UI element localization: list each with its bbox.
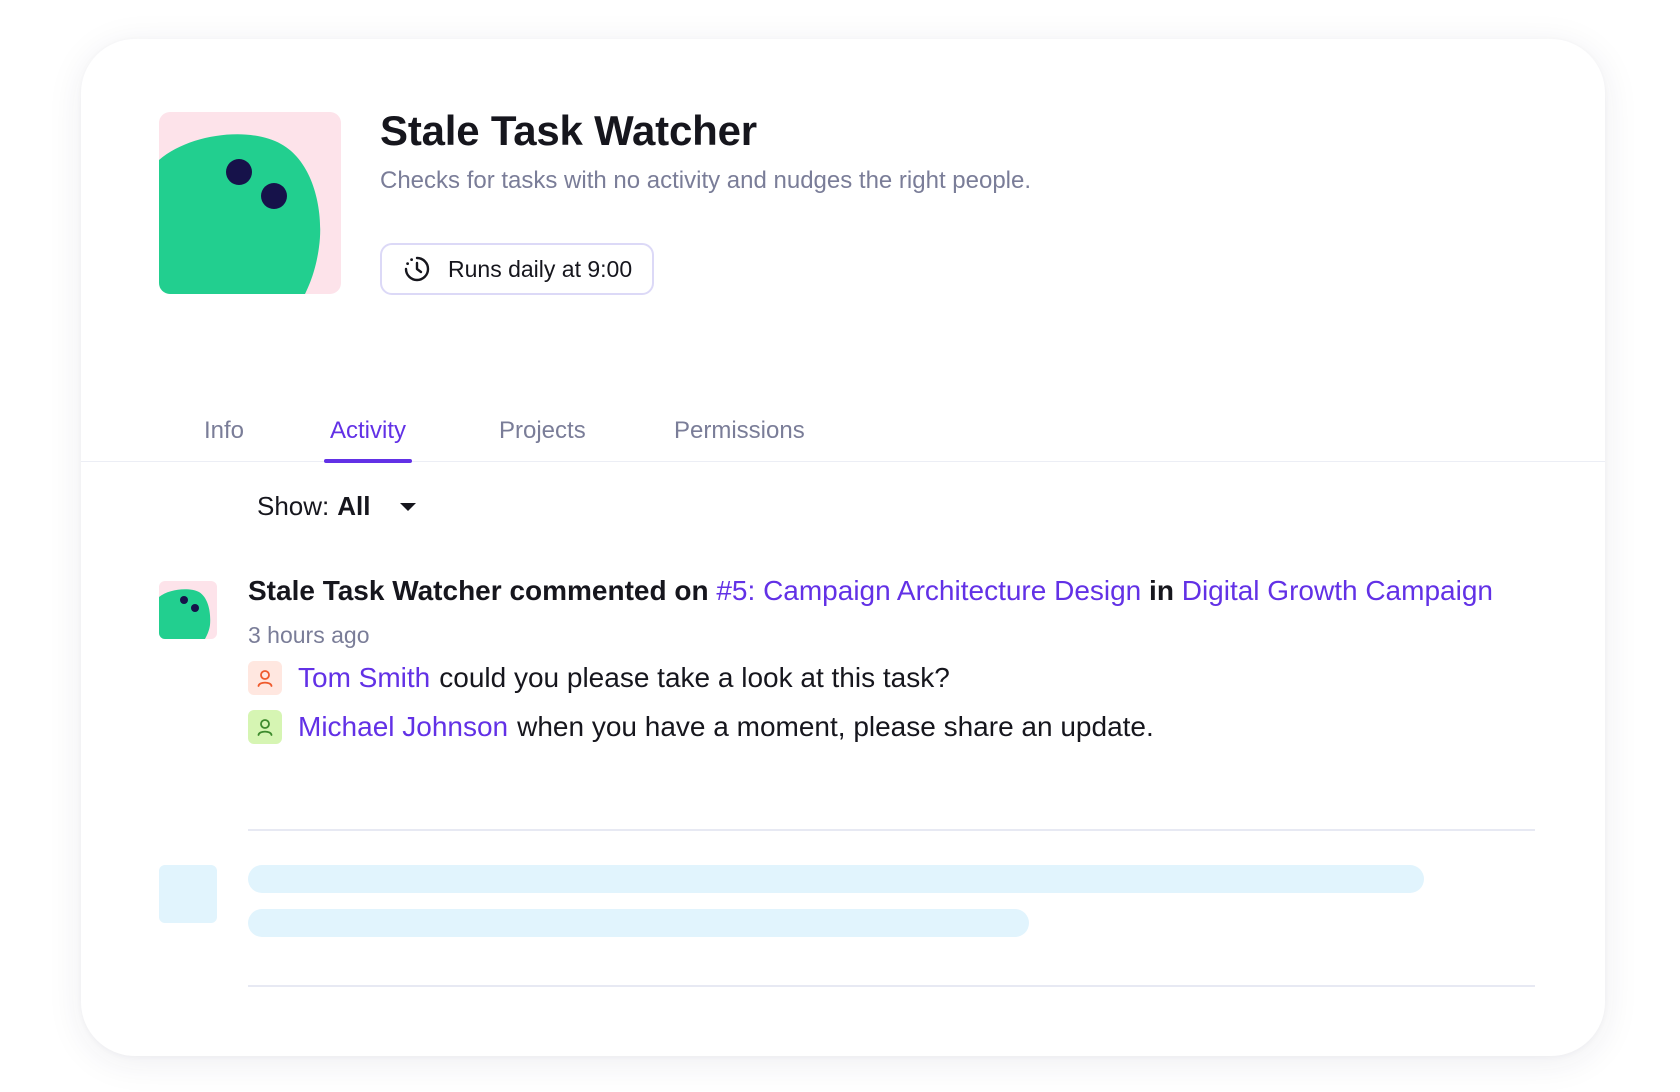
mention-user-link[interactable]: Michael Johnson [298, 711, 508, 743]
user-icon [257, 719, 273, 736]
clock-icon [404, 256, 430, 282]
divider [248, 985, 1535, 987]
agent-title: Stale Task Watcher [380, 107, 757, 154]
tab-activity[interactable]: Activity [323, 373, 413, 463]
user-badge [248, 710, 282, 744]
mention-text: when you have a moment, please share an … [517, 711, 1154, 742]
filter-value: All [337, 491, 371, 521]
agent-description: Checks for tasks with no activity and nu… [380, 167, 1032, 194]
show-filter-dropdown[interactable]: Show: All [257, 491, 417, 522]
caret-down-icon [399, 502, 416, 511]
user-icon [257, 670, 273, 687]
activity-preposition: in [1149, 575, 1174, 606]
divider [248, 829, 1535, 831]
tab-permissions[interactable]: Permissions [674, 373, 805, 462]
project-link[interactable]: Digital Growth Campaign [1182, 575, 1493, 606]
agent-avatar [159, 112, 341, 294]
activity-actor: Stale Task Watcher [248, 575, 502, 606]
mention-item: Michael Johnson when you have a moment, … [248, 709, 1154, 745]
activity-avatar [159, 581, 217, 639]
mention-item: Tom Smith could you please take a look a… [248, 660, 950, 696]
agent-card: Stale Task Watcher Checks for tasks with… [81, 39, 1605, 1056]
mention-user-link[interactable]: Tom Smith [298, 662, 430, 694]
mention-text: could you please take a look at this tas… [439, 662, 950, 693]
skeleton-line [248, 865, 1424, 893]
task-link[interactable]: #5: Campaign Architecture Design [716, 575, 1141, 606]
tab-bar: Info Activity Projects Permissions [81, 373, 1605, 463]
skeleton-avatar [159, 865, 217, 923]
skeleton-line [248, 909, 1029, 937]
activity-timestamp: 3 hours ago [248, 622, 370, 648]
agent-avatar-icon [159, 581, 217, 639]
agent-avatar-icon [159, 112, 341, 294]
filter-label: Show: [257, 491, 330, 521]
tab-info[interactable]: Info [204, 373, 244, 462]
user-badge [248, 661, 282, 695]
schedule-button[interactable]: Runs daily at 9:00 [380, 243, 655, 295]
tab-projects[interactable]: Projects [499, 373, 586, 462]
activity-entry: Stale Task Watcher commented on #5: Camp… [248, 569, 1498, 657]
activity-verb: commented on [509, 575, 709, 606]
schedule-label: Runs daily at 9:00 [448, 255, 633, 282]
